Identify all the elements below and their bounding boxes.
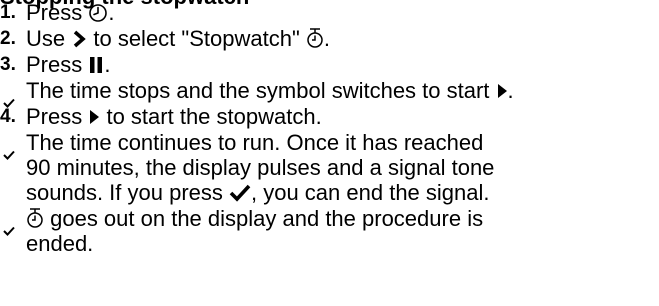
result-text: goes out on the display and the procedur… — [26, 206, 484, 256]
result-text: The time continues to run. Once it has r… — [26, 130, 495, 205]
step-number: 3. — [0, 54, 16, 75]
step-number: 2. — [0, 28, 16, 49]
step-number: 1. — [0, 2, 16, 23]
step-text: Press . — [26, 52, 111, 77]
result-check-icon — [3, 140, 15, 165]
step-text: Press to start the stopwatch. — [26, 104, 322, 129]
step-text: Use to select "Stopwatch" . — [26, 26, 330, 51]
chevron-right-icon — [71, 29, 87, 49]
step-text: Press . — [26, 0, 115, 25]
clock-icon — [88, 3, 108, 23]
pause-icon — [88, 55, 104, 75]
result-text: The time stops and the symbol switches t… — [26, 78, 514, 103]
play-icon — [496, 81, 508, 101]
play-icon — [88, 107, 100, 127]
step-number: 4. — [0, 106, 16, 127]
stopwatch-icon — [306, 27, 324, 49]
stopwatch-icon — [26, 207, 44, 229]
result-check-icon — [3, 216, 15, 241]
checkmark-icon — [229, 183, 251, 203]
